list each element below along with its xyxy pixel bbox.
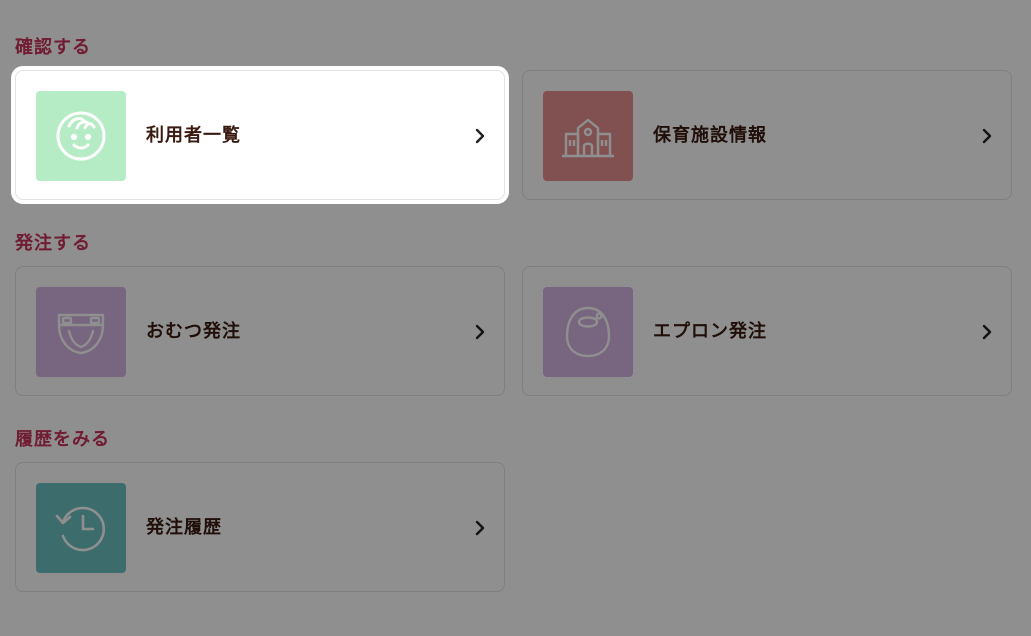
chevron-right-icon [475, 128, 485, 144]
chevron-right-icon [475, 520, 485, 536]
school-building-icon [543, 91, 633, 181]
card-apron-order[interactable]: エプロン発注 [522, 266, 1012, 396]
bib-icon [543, 287, 633, 377]
menu-page: 確認する 利用者一覧 保育施設情報 発注する おむつ発注 エプロン発注 履歴をみ… [0, 0, 1031, 636]
card-user-list[interactable]: 利用者一覧 [15, 70, 505, 200]
chevron-right-icon [475, 324, 485, 340]
section-title-confirm: 確認する [15, 37, 91, 58]
card-facility-info-label: 保育施設情報 [653, 125, 767, 146]
card-apron-order-label: エプロン発注 [653, 321, 767, 342]
child-face-icon [36, 91, 126, 181]
card-diaper-order-label: おむつ発注 [146, 321, 241, 342]
card-diaper-order[interactable]: おむつ発注 [15, 266, 505, 396]
section-title-order: 発注する [15, 233, 91, 254]
section-title-history: 履歴をみる [15, 429, 110, 450]
history-clock-icon [36, 483, 126, 573]
card-user-list-label: 利用者一覧 [146, 125, 241, 146]
chevron-right-icon [982, 128, 992, 144]
chevron-right-icon [982, 324, 992, 340]
diaper-icon [36, 287, 126, 377]
card-facility-info[interactable]: 保育施設情報 [522, 70, 1012, 200]
card-order-history[interactable]: 発注履歴 [15, 462, 505, 592]
card-order-history-label: 発注履歴 [146, 517, 222, 538]
